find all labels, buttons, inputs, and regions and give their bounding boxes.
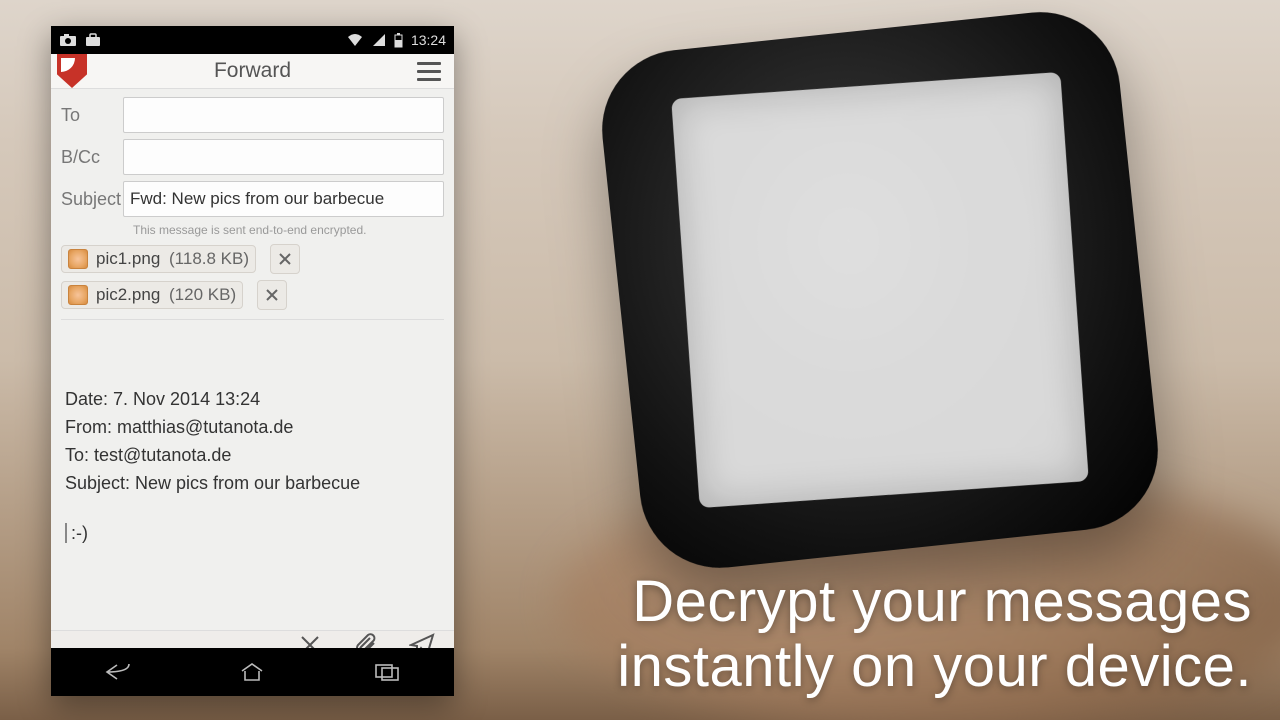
subject-label: Subject (61, 189, 123, 210)
subject-input[interactable] (123, 181, 444, 217)
quoted-subject: Subject: New pics from our barbecue (65, 470, 440, 498)
email-compose-app: Forward To B/Cc Subject This message is … (51, 54, 454, 648)
message-body[interactable]: Date: 7. Nov 2014 13:24 From: matthias@t… (61, 319, 444, 630)
menu-icon[interactable] (412, 54, 446, 88)
file-icon (68, 285, 88, 305)
camera-icon (59, 33, 77, 47)
bcc-label: B/Cc (61, 147, 123, 168)
attachment-row: pic1.png (118.8 KB) (61, 243, 444, 275)
marketing-caption: Decrypt your messages instantly on your … (455, 570, 1252, 700)
app-header: Forward (51, 54, 454, 89)
attachment-size: (118.8 KB) (164, 249, 249, 269)
photo-phone (594, 4, 1166, 576)
briefcase-icon (85, 33, 101, 47)
attachment-name: pic2.png (96, 285, 160, 305)
attachment-row: pic2.png (120 KB) (61, 279, 444, 311)
remove-attachment-button[interactable] (257, 280, 287, 310)
to-input[interactable] (123, 97, 444, 133)
attachment-chip[interactable]: pic2.png (120 KB) (61, 281, 243, 309)
quoted-to: To: test@tutanota.de (65, 442, 440, 470)
encryption-note: This message is sent end-to-end encrypte… (133, 223, 444, 237)
caption-line-2: instantly on your device. (455, 635, 1252, 700)
home-button[interactable] (234, 661, 270, 683)
battery-icon (394, 33, 403, 48)
back-button[interactable] (100, 661, 136, 683)
status-time: 13:24 (411, 32, 446, 48)
android-status-bar: 13:24 (51, 26, 454, 54)
attachment-chip[interactable]: pic1.png (118.8 KB) (61, 245, 256, 273)
bcc-input[interactable] (123, 139, 444, 175)
attachment-name: pic1.png (96, 249, 160, 269)
quoted-signature: :-) (65, 523, 88, 543)
to-label: To (61, 105, 123, 126)
attachment-size: (120 KB) (164, 285, 236, 305)
recents-button[interactable] (369, 661, 405, 683)
android-nav-bar (51, 648, 454, 696)
page-title: Forward (93, 59, 412, 83)
wifi-icon (346, 33, 364, 47)
compose-form: To B/Cc Subject This message is sent end… (51, 89, 454, 630)
phone-mock: 13:24 Forward To B/Cc Subject (51, 26, 454, 696)
file-icon (68, 249, 88, 269)
app-logo[interactable] (57, 54, 87, 88)
quoted-date: Date: 7. Nov 2014 13:24 (65, 386, 440, 414)
cell-signal-icon (372, 33, 386, 47)
quoted-from: From: matthias@tutanota.de (65, 414, 440, 442)
remove-attachment-button[interactable] (270, 244, 300, 274)
caption-line-1: Decrypt your messages (632, 569, 1252, 634)
